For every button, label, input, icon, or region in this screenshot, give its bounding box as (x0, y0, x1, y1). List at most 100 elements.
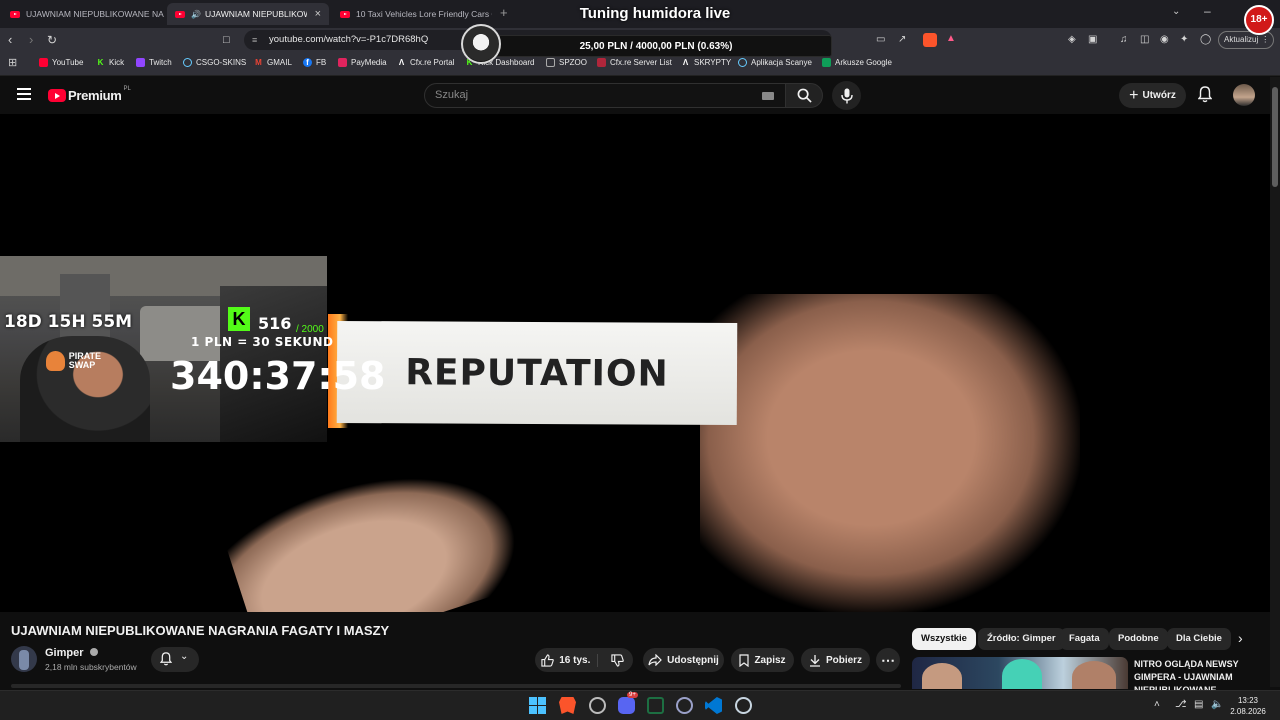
app-icon[interactable] (676, 697, 693, 714)
cast-icon[interactable]: ▭ (876, 32, 885, 48)
download-button[interactable]: Pobierz (801, 648, 870, 672)
cfx-icon: Λ (682, 58, 689, 67)
leo-ai-icon[interactable]: ✦ (1180, 32, 1188, 48)
youtube-logo-icon (48, 89, 66, 102)
avatar[interactable] (1233, 84, 1255, 106)
search-placeholder: Szukaj (435, 89, 469, 101)
bookmark-spzoo[interactable]: SPZOO (546, 58, 587, 67)
keyboard-icon[interactable] (762, 92, 774, 100)
youtube-favicon-icon (10, 10, 20, 18)
bookmark-cfx-server-list[interactable]: Cfx.re Server List (597, 58, 672, 67)
system-clock[interactable]: 13:23 2.08.2026 (1228, 695, 1268, 717)
forward-icon[interactable]: › (29, 32, 33, 48)
brave-shield-icon[interactable] (923, 33, 937, 47)
wallet-icon[interactable]: ▣ (1088, 32, 1097, 48)
recommended-video-thumbnail[interactable] (912, 657, 1128, 689)
steam-icon[interactable] (735, 697, 752, 714)
download-label: Pobierz (825, 654, 863, 666)
bookmark-paymedia[interactable]: PayMedia (338, 58, 387, 67)
chip-source[interactable]: Źródło: Gimper (978, 628, 1065, 650)
shield-icon[interactable]: ◯ (1200, 32, 1211, 48)
back-icon[interactable]: ‹ (8, 32, 12, 48)
reload-icon[interactable]: ↻ (47, 32, 57, 48)
brave-rewards-icon[interactable]: ▲ (946, 33, 956, 44)
paymedia-icon (338, 58, 347, 67)
bookmark-kick[interactable]: K Kick (96, 58, 125, 67)
volume-icon[interactable]: 🔈 (1211, 699, 1223, 710)
globe-icon (738, 58, 747, 67)
media-icon[interactable]: ♫ (1120, 32, 1128, 48)
recommended-video-title[interactable]: NITRO OGLĄDA NEWSY GIMPERA - UJAWNIAM NI… (1134, 658, 1264, 690)
browser-tab[interactable]: 10 Taxi Vehicles Lore Friendly Cars GT (332, 3, 492, 25)
description-box[interactable] (11, 684, 901, 688)
browser-tab[interactable]: UJAWNIAM NIEPUBLIKOWANE NAGRANIA (2, 3, 164, 25)
brave-browser-icon[interactable] (559, 697, 576, 714)
bookmark-fb[interactable]: f FB (303, 58, 326, 67)
chip-for-you[interactable]: Dla Ciebie (1167, 628, 1231, 650)
extensions-icon[interactable]: ◈ (1068, 32, 1076, 48)
scrollbar-thumb[interactable] (1272, 87, 1278, 187)
stream-title: Tuning humidora live (579, 5, 731, 22)
apps-grid-icon[interactable]: ⊞ (8, 56, 17, 69)
share-page-icon[interactable]: ↗ (898, 32, 906, 48)
page-scrollbar[interactable] (1270, 77, 1280, 687)
search-input[interactable]: Szukaj (424, 83, 786, 108)
chip-all[interactable]: Wszystkie (912, 628, 976, 650)
notifications-button[interactable] (1197, 86, 1213, 108)
speaker-icon[interactable]: 🔊 (191, 10, 201, 19)
channel-avatar[interactable] (11, 646, 37, 672)
vscode-icon[interactable] (705, 697, 722, 714)
microphone-icon[interactable]: ⎇ (1175, 699, 1187, 710)
dislike-button[interactable] (603, 653, 633, 667)
gmail-icon: M (255, 58, 262, 67)
minimize-icon[interactable]: – (1204, 4, 1211, 18)
cfx-icon: Λ (398, 58, 405, 67)
subscription-bell-button[interactable]: ⌄ (151, 647, 199, 672)
bookmark-csgo-skins[interactable]: CSGO-SKINS (183, 58, 246, 67)
bookmark-label: PayMedia (351, 58, 387, 67)
kick-follower-goal: / 2000 (296, 324, 324, 335)
bookmark-twitch[interactable]: Twitch (136, 58, 172, 67)
bookmark-label: CSGO-SKINS (196, 58, 247, 67)
pirate-skull-icon (46, 351, 65, 371)
chip-fagata[interactable]: Fagata (1060, 628, 1109, 650)
bookmark-aplikacja-scanye[interactable]: Aplikacja Scanye (738, 58, 812, 67)
close-tab-icon[interactable]: × (315, 8, 321, 20)
chevron-right-icon[interactable]: › (1238, 630, 1243, 646)
youtube-icon (39, 58, 48, 67)
menu-icon[interactable] (17, 88, 31, 100)
update-button[interactable]: Aktualizuj ⋮ (1218, 31, 1274, 49)
bookmark-skrypty[interactable]: Λ SKRYPTY (681, 58, 731, 67)
channel-name[interactable]: Gimper (45, 647, 98, 659)
obs-icon[interactable] (589, 697, 606, 714)
bookmark-icon[interactable]: □ (223, 32, 230, 48)
youtube-header: Premium PL Szukaj + Utwórz (0, 77, 1270, 114)
facebook-icon: f (303, 58, 312, 67)
new-tab-icon[interactable]: + (500, 5, 508, 20)
chip-similar[interactable]: Podobne (1109, 628, 1168, 650)
chevron-down-icon[interactable]: ⌄ (1172, 6, 1180, 17)
save-button[interactable]: Zapisz (731, 648, 794, 672)
bookmark-gmail[interactable]: M GMAIL (254, 58, 292, 67)
voice-search-button[interactable] (832, 81, 861, 110)
sidebar-icon[interactable]: ◫ (1140, 32, 1149, 48)
search-button[interactable] (785, 83, 823, 108)
excel-icon[interactable] (647, 697, 664, 714)
network-icon[interactable]: ▤ (1194, 699, 1203, 710)
create-button[interactable]: + Utwórz (1119, 83, 1186, 108)
tray-overflow-icon[interactable]: ˄ (1154, 699, 1160, 710)
more-actions-button[interactable]: ⋯ (876, 648, 900, 672)
bookmark-youtube[interactable]: YouTube (39, 58, 83, 67)
discord-icon[interactable]: 9+ (618, 692, 638, 714)
youtube-favicon-icon (175, 10, 185, 18)
like-button[interactable]: 16 tys. (535, 653, 598, 667)
share-button[interactable]: Udostępnij (643, 648, 724, 672)
cfx-server-icon (597, 58, 606, 67)
youtube-premium-logo[interactable]: Premium PL (48, 86, 131, 103)
vpn-icon[interactable]: ◉ (1160, 32, 1169, 48)
site-info-icon[interactable]: ≡ (252, 30, 257, 50)
windows-start-icon[interactable] (529, 697, 546, 714)
bookmark-arkusze-google[interactable]: Arkusze Google (822, 58, 892, 67)
bookmark-cfx-portal[interactable]: Λ Cfx.re Portal (397, 58, 455, 67)
browser-tab-active[interactable]: 🔊 UJAWNIAM NIEPUBLIKOWANE × (167, 3, 329, 25)
